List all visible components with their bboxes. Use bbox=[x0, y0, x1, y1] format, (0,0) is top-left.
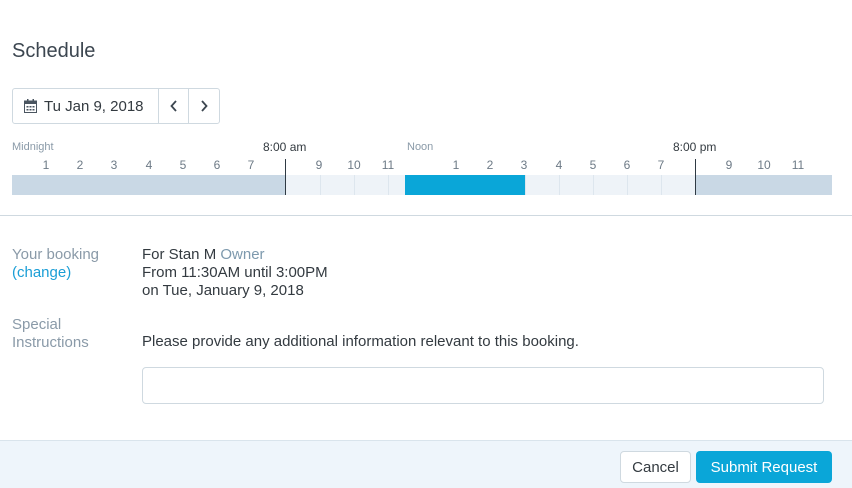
hour-label: 4 bbox=[555, 158, 563, 172]
hour-label: 10 bbox=[347, 158, 361, 172]
hour-label: 11 bbox=[381, 158, 395, 172]
day-timeline[interactable]: Midnight 8:00 am Noon 8:00 pm 1 2 3 4 5 … bbox=[12, 136, 832, 198]
booking-for: For Stan M bbox=[142, 246, 217, 263]
timeline-label-noon: Noon bbox=[407, 141, 434, 153]
dialog-footer: Cancel Submit Request bbox=[0, 440, 852, 488]
hour-label: 3 bbox=[520, 158, 528, 172]
hour-label: 11 bbox=[791, 158, 805, 172]
hour-tick bbox=[388, 175, 389, 195]
timeline-label-8pm: 8:00 pm bbox=[673, 140, 717, 154]
hour-label: 3 bbox=[110, 158, 118, 172]
hour-label: 10 bbox=[757, 158, 771, 172]
hour-label: 7 bbox=[247, 158, 255, 172]
booking-date: on Tue, January 9, 2018 bbox=[142, 282, 304, 299]
timeline-label-8am: 8:00 am bbox=[263, 140, 307, 154]
date-label: Tu Jan 9, 2018 bbox=[44, 97, 144, 115]
hour-label: 6 bbox=[213, 158, 221, 172]
hour-tick bbox=[627, 175, 628, 195]
booking-range[interactable] bbox=[405, 175, 525, 195]
timeline-marker-8pm bbox=[695, 159, 696, 195]
calendar-icon bbox=[24, 99, 37, 113]
booking-details: For Stan M Owner From 11:30AM until 3:00… bbox=[142, 246, 328, 300]
submit-request-button[interactable]: Submit Request bbox=[696, 451, 832, 483]
section-divider bbox=[0, 215, 852, 216]
special-instructions-label: Special Instructions bbox=[12, 316, 89, 352]
next-day-button[interactable] bbox=[189, 89, 219, 123]
hour-label: 9 bbox=[315, 158, 323, 172]
date-button[interactable]: Tu Jan 9, 2018 bbox=[13, 89, 160, 123]
hour-label: 7 bbox=[657, 158, 665, 172]
chevron-left-icon bbox=[170, 100, 177, 112]
special-instructions-input[interactable] bbox=[142, 367, 824, 404]
unavailable-range bbox=[12, 175, 285, 195]
hour-tick bbox=[525, 175, 526, 195]
hour-tick bbox=[661, 175, 662, 195]
timeline-label-midnight: Midnight bbox=[12, 141, 54, 153]
hour-tick bbox=[320, 175, 321, 195]
unavailable-range bbox=[695, 175, 832, 195]
hour-label: 6 bbox=[623, 158, 631, 172]
timeline-bar[interactable] bbox=[12, 175, 832, 195]
hour-label: 4 bbox=[145, 158, 153, 172]
hour-label: 2 bbox=[76, 158, 84, 172]
booking-label-text: Your booking bbox=[12, 246, 100, 263]
special-label-line1: Special bbox=[12, 316, 62, 333]
date-picker: Tu Jan 9, 2018 bbox=[12, 88, 220, 124]
hour-tick bbox=[593, 175, 594, 195]
special-instructions-prompt: Please provide any additional informatio… bbox=[142, 333, 579, 350]
hour-label: 9 bbox=[725, 158, 733, 172]
booking-role: Owner bbox=[220, 246, 265, 263]
cancel-button[interactable]: Cancel bbox=[620, 451, 691, 483]
previous-day-button[interactable] bbox=[159, 89, 190, 123]
hour-label: 5 bbox=[179, 158, 187, 172]
hour-label: 2 bbox=[486, 158, 494, 172]
page-title: Schedule bbox=[12, 40, 96, 62]
hour-tick bbox=[354, 175, 355, 195]
change-booking-link[interactable]: (change) bbox=[12, 264, 71, 281]
booking-label: Your booking (change) bbox=[12, 246, 99, 282]
hour-label: 5 bbox=[589, 158, 597, 172]
special-label-line2: Instructions bbox=[12, 334, 89, 351]
booking-time: From 11:30AM until 3:00PM bbox=[142, 264, 328, 281]
chevron-right-icon bbox=[201, 100, 208, 112]
timeline-marker-8am bbox=[285, 159, 286, 195]
hour-label: 1 bbox=[452, 158, 460, 172]
hour-tick bbox=[559, 175, 560, 195]
hour-label: 1 bbox=[42, 158, 50, 172]
